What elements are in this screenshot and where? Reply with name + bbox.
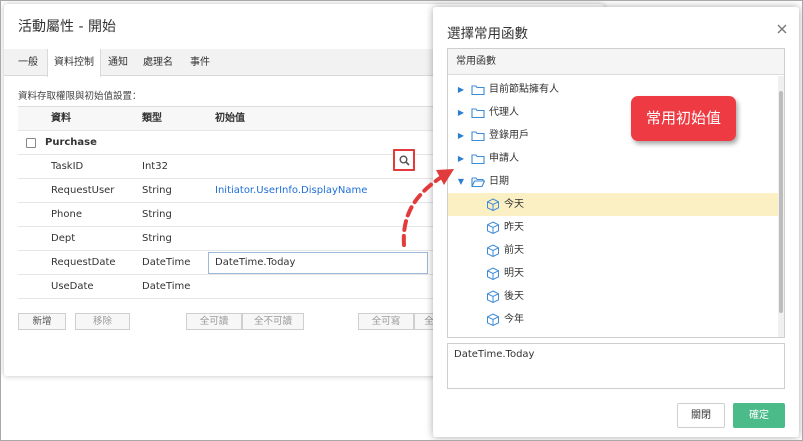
folder-icon — [471, 131, 485, 142]
expand-icon[interactable]: ▶ — [456, 331, 466, 337]
cube-icon — [487, 267, 499, 280]
tree-item-yesterday[interactable]: 昨天 — [448, 216, 778, 239]
all-writable-button[interactable]: 全可寫 — [358, 313, 414, 330]
tab-handler-name[interactable]: 處理名 — [143, 49, 173, 76]
expand-icon[interactable]: ▶ — [456, 147, 466, 170]
select-function-dialog: 選擇常用函數 常用函數 ▶ 目前節點擁有人 ▶ 代理人 ▶ 登錄用戶 ▶ 申請人 — [433, 7, 799, 437]
search-icon — [399, 155, 410, 166]
tab-events[interactable]: 事件 — [190, 49, 210, 76]
tree-item-label: 登錄用戶 — [489, 130, 529, 141]
expand-icon[interactable]: ▶ — [456, 78, 466, 101]
all-readable-button[interactable]: 全可讀 — [186, 313, 242, 330]
function-tree-panel: 常用函數 ▶ 目前節點擁有人 ▶ 代理人 ▶ 登錄用戶 ▶ 申請人 ▼ 日期 今… — [447, 48, 785, 338]
column-header-data: 資料 — [51, 113, 71, 124]
initial-value-input[interactable]: DateTime.Today — [208, 252, 428, 274]
row-data-name: RequestDate — [51, 257, 116, 268]
remove-button[interactable]: 移除 — [75, 313, 130, 330]
tree-header: 常用函數 — [448, 49, 784, 75]
cube-icon — [487, 290, 499, 303]
close-icon[interactable] — [775, 22, 789, 36]
tree-item-tomorrow[interactable]: 明天 — [448, 262, 778, 285]
cube-icon — [487, 198, 499, 211]
tree-item-label: 後天 — [504, 291, 524, 302]
tree-folder-applicant[interactable]: ▶ 申請人 — [448, 147, 778, 170]
ok-button[interactable]: 確定 — [733, 403, 785, 428]
cube-icon — [487, 244, 499, 257]
tree-item-label: 代理人 — [489, 107, 519, 118]
row-data-type: DateTime — [142, 281, 191, 292]
row-data-name: UseDate — [51, 281, 94, 292]
tree-item-day-before-yesterday[interactable]: 前天 — [448, 239, 778, 262]
tree-item-this-year[interactable]: 今年 — [448, 308, 778, 331]
tree-item-label: 目前節點擁有人 — [489, 84, 559, 95]
tab-data-control[interactable]: 資料控制 — [47, 49, 101, 77]
close-button[interactable]: 關閉 — [677, 403, 725, 428]
row-data-type: String — [142, 233, 172, 244]
cube-icon — [487, 221, 499, 234]
tree-item-label: 明天 — [504, 268, 524, 279]
folder-icon — [471, 108, 485, 119]
tree-item-label: 申請人 — [489, 153, 519, 164]
add-button[interactable]: 新增 — [18, 313, 66, 330]
section-caption: 資料存取權限與初始值設置： — [18, 91, 142, 102]
tree-item-today[interactable]: 今天 — [448, 193, 778, 216]
row-initial-value[interactable]: Initiator.UserInfo.DisplayName — [215, 179, 367, 203]
tab-notification[interactable]: 通知 — [108, 49, 128, 76]
tab-general[interactable]: 一般 — [18, 49, 38, 76]
group-label: Purchase — [45, 137, 97, 148]
tree-item-label: 今天 — [504, 199, 524, 210]
collapse-icon[interactable]: ▼ — [456, 170, 466, 193]
row-data-type: String — [142, 185, 172, 196]
tree-scrollbar[interactable] — [778, 76, 784, 337]
none-readable-button[interactable]: 全不可讀 — [242, 313, 304, 330]
cube-icon — [487, 313, 499, 326]
row-data-type: Int32 — [142, 161, 168, 172]
row-data-name: Dept — [51, 233, 76, 244]
group-checkbox[interactable] — [26, 138, 36, 148]
column-header-initial-value: 初始值 — [215, 113, 245, 124]
tree-item-label: 今年 — [504, 314, 524, 325]
expand-icon[interactable]: ▶ — [456, 124, 466, 147]
tree-item-label: 日期 — [489, 176, 509, 187]
row-data-name: TaskID — [51, 161, 84, 172]
row-data-name: RequestUser — [51, 185, 115, 196]
selected-function-textarea[interactable]: DateTime.Today — [447, 343, 785, 389]
scrollbar-thumb[interactable] — [779, 91, 783, 313]
function-search-button[interactable] — [393, 149, 415, 171]
row-data-type: String — [142, 209, 172, 220]
folder-icon — [471, 154, 485, 165]
column-header-type: 類型 — [142, 113, 162, 124]
dialog-title: 選擇常用函數 — [447, 26, 528, 42]
tree-folder-partial[interactable]: ▶ — [448, 331, 778, 338]
folder-open-icon — [471, 177, 485, 188]
annotation-callout: 常用初始值 — [631, 96, 736, 141]
dialog-title: 活動屬性 - 開始 — [18, 19, 116, 35]
row-data-name: Phone — [51, 209, 82, 220]
tree-item-label: 昨天 — [504, 222, 524, 233]
row-data-type: DateTime — [142, 257, 191, 268]
expand-icon[interactable]: ▶ — [456, 101, 466, 124]
tree-folder-date[interactable]: ▼ 日期 — [448, 170, 778, 193]
tree-item-label: 前天 — [504, 245, 524, 256]
folder-icon — [471, 336, 485, 338]
folder-icon — [471, 85, 485, 96]
tree-item-day-after-tomorrow[interactable]: 後天 — [448, 285, 778, 308]
